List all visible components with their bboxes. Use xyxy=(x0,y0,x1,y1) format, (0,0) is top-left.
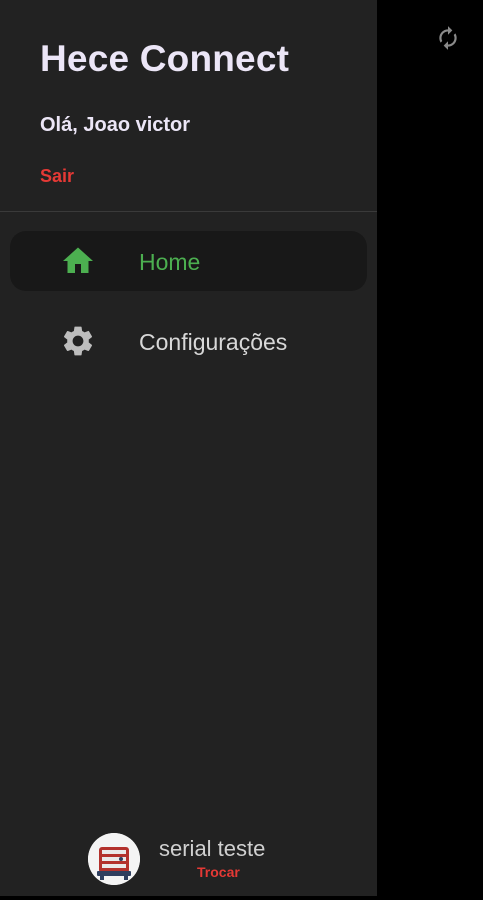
logout-button[interactable]: Sair xyxy=(40,166,74,187)
navigation-drawer: Hece Connect Olá, Joao victor Sair Home … xyxy=(0,0,377,896)
drawer-header: Hece Connect Olá, Joao victor Sair xyxy=(0,0,377,212)
nav-item-settings[interactable]: Configurações xyxy=(10,311,367,371)
nav-item-settings-label: Configurações xyxy=(139,329,288,355)
user-greeting: Olá, Joao victor xyxy=(40,114,191,136)
device-name: serial teste xyxy=(159,836,266,861)
refresh-button[interactable] xyxy=(434,24,462,52)
home-icon xyxy=(60,243,96,279)
switch-device-button[interactable]: Trocar xyxy=(197,864,240,880)
refresh-icon xyxy=(439,26,457,50)
device-footer: serial teste Trocar xyxy=(0,826,377,890)
app-screen: Hece Connect Olá, Joao victor Sair Home … xyxy=(0,0,483,900)
gear-icon xyxy=(60,323,96,359)
background-scrim[interactable] xyxy=(377,0,483,900)
device-avatar xyxy=(88,833,140,885)
app-title: Hece Connect xyxy=(40,38,290,79)
nav-item-home[interactable]: Home xyxy=(10,231,367,291)
device-icon xyxy=(88,833,140,885)
nav-item-home-label: Home xyxy=(139,249,201,275)
